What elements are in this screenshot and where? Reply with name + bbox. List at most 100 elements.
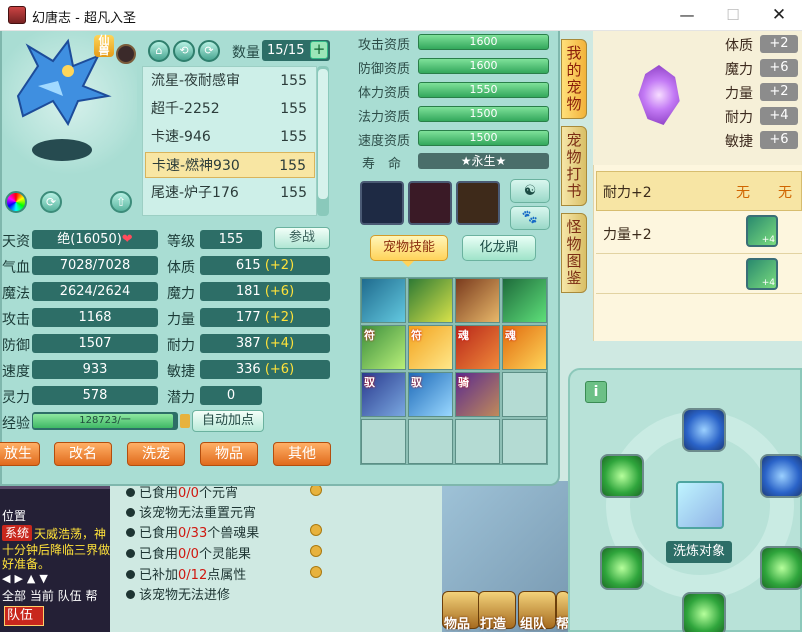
battle-button[interactable]: 参战 xyxy=(274,227,330,249)
stat-label-talent: 天资 xyxy=(2,234,30,250)
chat-team-input[interactable]: 队伍 xyxy=(4,606,44,626)
skill-slot-empty[interactable] xyxy=(361,419,406,464)
green-gem-icon[interactable] xyxy=(682,592,726,632)
info-coin-icon[interactable] xyxy=(310,545,322,557)
tab-pet-book[interactable]: 宠物打书 xyxy=(561,126,587,206)
blue-gem-icon[interactable] xyxy=(682,408,726,452)
apt-attack: 1600 xyxy=(418,34,549,50)
pet-list-item[interactable]: 卡速-946 155 xyxy=(145,124,315,150)
skill-slot-empty[interactable] xyxy=(502,419,547,464)
attr-value-con: +2 xyxy=(760,35,798,53)
info-line-beast-soul: 已食用0/33个兽魂果 xyxy=(126,522,259,541)
skill-slot[interactable]: 驭 xyxy=(361,372,406,417)
rename-button[interactable]: 改名 xyxy=(54,442,112,466)
stat-mp: 2624/2624 xyxy=(32,282,158,301)
green-gem-icon[interactable] xyxy=(600,454,644,498)
green-gem-icon[interactable] xyxy=(600,546,644,590)
apt-defense: 1600 xyxy=(418,58,549,74)
window-title: 幻唐志 - 超凡入圣 xyxy=(32,11,136,26)
life-label: 寿 命 xyxy=(362,157,402,172)
guard-icon[interactable] xyxy=(116,44,136,64)
skill-slot[interactable] xyxy=(502,278,547,323)
attr-label-end: 耐力 xyxy=(725,110,753,126)
apt-label-magic: 法力资质 xyxy=(358,110,411,125)
stat-hp: 7028/7028 xyxy=(32,256,158,275)
wash-pet-button[interactable]: 洗宠 xyxy=(127,442,185,466)
skill-slot[interactable]: 魂 xyxy=(455,325,500,370)
refresh-icon[interactable]: ⟳ xyxy=(40,191,62,213)
stat-label-hp: 气血 xyxy=(2,260,30,276)
forge-label: 打造 xyxy=(480,617,507,632)
loop-icon[interactable]: ⟳ xyxy=(198,40,220,62)
info-line-attr: 已补加0/12点属性 xyxy=(126,564,246,583)
stat-label-defense: 防御 xyxy=(2,338,30,354)
pet-list-item-selected[interactable]: 卡速-燃神930 155 xyxy=(145,152,315,178)
coin-icon[interactable] xyxy=(180,414,190,428)
pet-equip-armor-icon[interactable] xyxy=(408,181,452,225)
other-button[interactable]: 其他 xyxy=(273,442,331,466)
skill-slot[interactable]: 符 xyxy=(408,325,453,370)
pet-list-scroll-thumb[interactable] xyxy=(318,69,328,199)
skill-slot-empty[interactable] xyxy=(502,372,547,417)
yinyang-icon[interactable]: ☯ xyxy=(510,179,550,203)
stat-level: 155 xyxy=(200,230,262,249)
stat-label-con: 体质 xyxy=(167,260,195,276)
tab-pet-skills[interactable]: 宠物技能 xyxy=(370,235,448,261)
skill-slot-empty[interactable] xyxy=(455,419,500,464)
arrow-up-icon[interactable]: ⇧ xyxy=(110,191,132,213)
info-coin-icon[interactable] xyxy=(310,566,322,578)
tab-active-pointer xyxy=(402,261,414,267)
auto-assign-button[interactable]: 自动加点 xyxy=(192,410,264,432)
info-coin-icon[interactable] xyxy=(310,524,322,536)
apt-label-stamina: 体力资质 xyxy=(358,86,411,101)
skill-slot[interactable]: 魂 xyxy=(502,325,547,370)
wash-target-pet[interactable] xyxy=(676,481,724,529)
maximize-button[interactable]: ☐ xyxy=(710,0,756,31)
stat-label-end: 耐力 xyxy=(167,338,195,354)
stat-label-potential: 潜力 xyxy=(167,390,195,406)
skill-slot[interactable]: 符 xyxy=(361,325,406,370)
paw-icon[interactable]: 🐾 xyxy=(510,206,550,230)
stat-label-attack: 攻击 xyxy=(2,312,30,328)
skill-slot[interactable]: 骑 xyxy=(455,372,500,417)
palette-icon[interactable] xyxy=(5,191,27,213)
home-icon[interactable]: ⌂ xyxy=(148,40,170,62)
blue-gem-icon[interactable] xyxy=(760,454,802,498)
stat-agi: 336 (+6) xyxy=(200,360,330,379)
tab-dragon-cauldron[interactable]: 化龙鼎 xyxy=(462,235,536,261)
add-pet-slot-button[interactable]: + xyxy=(310,41,328,59)
close-button[interactable]: ✕ xyxy=(756,0,802,31)
game-area: 位置 系统 天威浩荡，神 十分钟后降临三界做好准备。 ◀▶▲▼ 全部 当前 队伍… xyxy=(0,31,802,632)
chat-scroll-arrows[interactable]: ◀▶▲▼ xyxy=(2,572,52,585)
pet-list-item[interactable]: 尾速-炉子176 155 xyxy=(145,180,315,206)
info-icon[interactable]: i xyxy=(585,381,607,403)
chat-channel-tabs[interactable]: 全部 当前 队伍 帮 xyxy=(2,587,97,604)
skill-slot[interactable] xyxy=(361,278,406,323)
stat-label-level: 等级 xyxy=(167,234,195,250)
minimize-button[interactable]: — xyxy=(664,0,710,31)
skill-slot[interactable] xyxy=(408,278,453,323)
info-line-reset: 该宠物无法重置元宵 xyxy=(126,502,256,521)
skill-slot[interactable]: 驭 xyxy=(408,372,453,417)
pet-list-item[interactable]: 超千-2252 155 xyxy=(145,96,315,122)
pet-count-label: 数量 xyxy=(232,45,260,61)
app-icon xyxy=(8,6,26,24)
stat-defense: 1507 xyxy=(32,334,158,353)
stat-spirit: 578 xyxy=(32,386,158,405)
items-button[interactable]: 物品 xyxy=(200,442,258,466)
green-gem-icon[interactable] xyxy=(760,546,802,590)
skill-slot[interactable] xyxy=(455,278,500,323)
sync-icon[interactable]: ⟲ xyxy=(173,40,195,62)
skill-upgrade-icon[interactable]: +4 xyxy=(746,258,778,290)
skill-upgrade-icon[interactable]: +4 xyxy=(746,215,778,247)
skill-slot-empty[interactable] xyxy=(408,419,453,464)
pet-equip-amulet-icon[interactable] xyxy=(456,181,500,225)
pet-list-item[interactable]: 流星-夜耐感审 155 xyxy=(145,68,315,94)
chat-position-label[interactable]: 位置 xyxy=(2,507,26,524)
tab-monster-guide[interactable]: 怪物图鉴 xyxy=(561,213,587,293)
tab-my-pet[interactable]: 我的宠物 xyxy=(561,39,587,119)
pet-equip-collar-icon[interactable] xyxy=(360,181,404,225)
release-button[interactable]: 放生 xyxy=(0,442,40,466)
stat-con: 615 (+2) xyxy=(200,256,330,275)
divider xyxy=(596,253,802,254)
